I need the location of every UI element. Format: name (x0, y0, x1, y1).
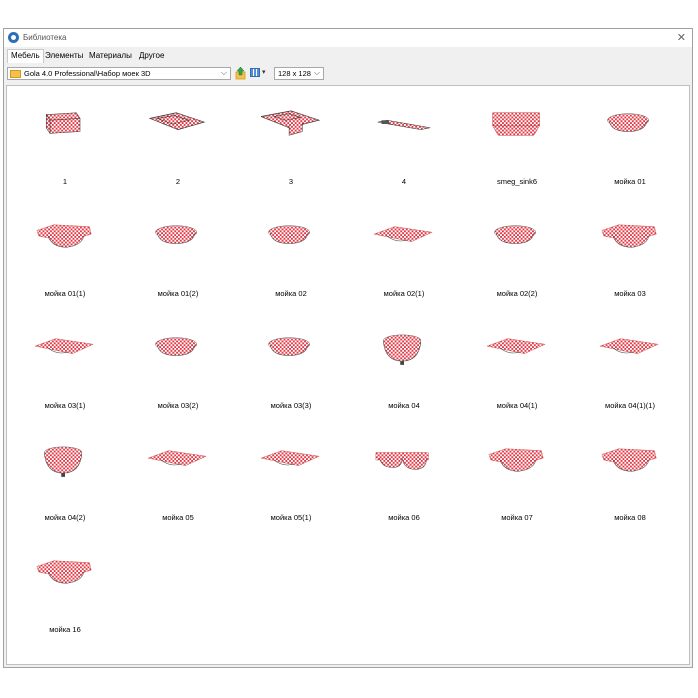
tab-elements[interactable]: Элементы (45, 51, 83, 60)
sink-thumbnail (374, 226, 433, 242)
title-bar: Библиотека ✕ (4, 29, 692, 47)
sink-thumbnail (155, 337, 197, 356)
library-item[interactable]: 2 (122, 90, 234, 190)
library-item[interactable]: smeg_sink6 (461, 90, 573, 190)
sink-thumbnail (607, 113, 649, 132)
item-label: мойка 05(1) (270, 513, 312, 522)
item-label: мойка 02(2) (496, 289, 538, 298)
item-label: мойка 16 (49, 625, 81, 634)
item-label: мойка 04(1)(1) (605, 401, 655, 410)
library-item[interactable]: мойка 04 (348, 314, 460, 414)
view-mode-icon[interactable] (250, 68, 260, 77)
library-item[interactable]: мойка 03(1) (9, 314, 121, 414)
sink-thumbnail (488, 448, 544, 472)
sink-thumbnail (148, 450, 207, 466)
sink-thumbnail (600, 338, 659, 354)
item-label: мойка 03(2) (157, 401, 199, 410)
sink-thumbnail (261, 110, 321, 136)
item-label: мойка 05 (162, 513, 194, 522)
path-combobox[interactable]: Gola 4.0 Professional\Набор моек 3D ⌵ (7, 67, 231, 80)
library-item[interactable]: мойка 06 (348, 426, 460, 526)
sink-thumbnail (36, 560, 92, 584)
sink-thumbnail (44, 446, 83, 477)
item-label: мойка 01(1) (44, 289, 86, 298)
library-item[interactable]: мойка 16 (9, 538, 121, 638)
library-item[interactable]: мойка 03(2) (122, 314, 234, 414)
tab-bar: Мебель Элементы Материалы Другое (4, 48, 692, 64)
item-label: мойка 02 (275, 289, 307, 298)
item-label: мойка 02(1) (383, 289, 425, 298)
library-item[interactable]: 4 (348, 90, 460, 190)
library-item[interactable]: мойка 05(1) (235, 426, 347, 526)
item-label: мойка 04(1) (496, 401, 538, 410)
folder-up-icon[interactable] (235, 67, 246, 80)
sink-thumbnail (35, 338, 94, 354)
sink-thumbnail (494, 225, 536, 244)
sink-thumbnail (377, 119, 431, 130)
item-label: 1 (62, 177, 68, 186)
item-label: мойка 08 (614, 513, 646, 522)
sink-thumbnail (383, 334, 422, 365)
item-label: мойка 07 (501, 513, 533, 522)
library-item[interactable]: мойка 04(1) (461, 314, 573, 414)
tab-furniture[interactable]: Мебель (7, 49, 44, 63)
library-item[interactable]: мойка 01 (574, 90, 686, 190)
thumbnail-size-select[interactable]: 128 x 128 ⌵ (274, 67, 324, 80)
item-label: smeg_sink6 (496, 177, 538, 186)
sink-thumbnail (375, 452, 429, 470)
item-label: мойка 04(2) (44, 513, 86, 522)
item-label: мойка 01(2) (157, 289, 199, 298)
library-item[interactable]: мойка 02(2) (461, 202, 573, 302)
chevron-down-icon[interactable]: ⌵ (314, 68, 320, 78)
sink-thumbnail (268, 225, 310, 244)
app-icon (8, 32, 19, 43)
sink-thumbnail (492, 112, 540, 136)
item-label: 4 (401, 177, 407, 186)
view-mode-dropdown-icon[interactable]: ▾ (262, 68, 266, 76)
sink-thumbnail (487, 338, 546, 354)
library-window: Библиотека ✕ Мебель Элементы Материалы Д… (3, 28, 693, 668)
sink-thumbnail (601, 224, 657, 248)
item-label: мойка 03(3) (270, 401, 312, 410)
tab-materials[interactable]: Материалы (89, 51, 132, 60)
sink-thumbnail (261, 450, 320, 466)
library-item[interactable]: мойка 02 (235, 202, 347, 302)
library-item[interactable]: 1 (9, 90, 121, 190)
sink-thumbnail (601, 448, 657, 472)
library-item[interactable]: мойка 03(3) (235, 314, 347, 414)
sink-thumbnail (268, 337, 310, 356)
item-label: 2 (175, 177, 181, 186)
item-label: мойка 06 (388, 513, 420, 522)
library-items-grid: 1 2 3 4 smeg_sink6 мойка 01 мойка 01(1) мойка 0… (6, 85, 690, 665)
item-label: мойка 03 (614, 289, 646, 298)
library-item[interactable]: мойка 01(1) (9, 202, 121, 302)
item-label: мойка 03(1) (44, 401, 86, 410)
sink-thumbnail (148, 112, 206, 130)
sink-thumbnail (36, 224, 92, 248)
thumbnail-size-value: 128 x 128 (278, 69, 311, 78)
close-icon[interactable]: ✕ (677, 31, 686, 44)
library-item[interactable]: мойка 02(1) (348, 202, 460, 302)
library-item[interactable]: мойка 07 (461, 426, 573, 526)
item-label: мойка 04 (388, 401, 420, 410)
tab-other[interactable]: Другое (139, 51, 164, 60)
chevron-down-icon[interactable]: ⌵ (221, 68, 227, 78)
folder-icon (10, 70, 21, 78)
library-item[interactable]: мойка 04(1)(1) (574, 314, 686, 414)
toolbar: Gola 4.0 Professional\Набор моек 3D ⌵ ▾ … (4, 65, 692, 83)
item-label: 3 (288, 177, 294, 186)
library-item[interactable]: мойка 04(2) (9, 426, 121, 526)
window-title: Библиотека (23, 33, 67, 42)
library-item[interactable]: мойка 05 (122, 426, 234, 526)
item-label: мойка 01 (614, 177, 646, 186)
library-item[interactable]: мойка 03 (574, 202, 686, 302)
library-item[interactable]: мойка 08 (574, 426, 686, 526)
library-item[interactable]: 3 (235, 90, 347, 190)
sink-thumbnail (45, 112, 81, 135)
library-item[interactable]: мойка 01(2) (122, 202, 234, 302)
sink-thumbnail (155, 225, 197, 244)
path-text: Gola 4.0 Professional\Набор моек 3D (24, 69, 151, 78)
